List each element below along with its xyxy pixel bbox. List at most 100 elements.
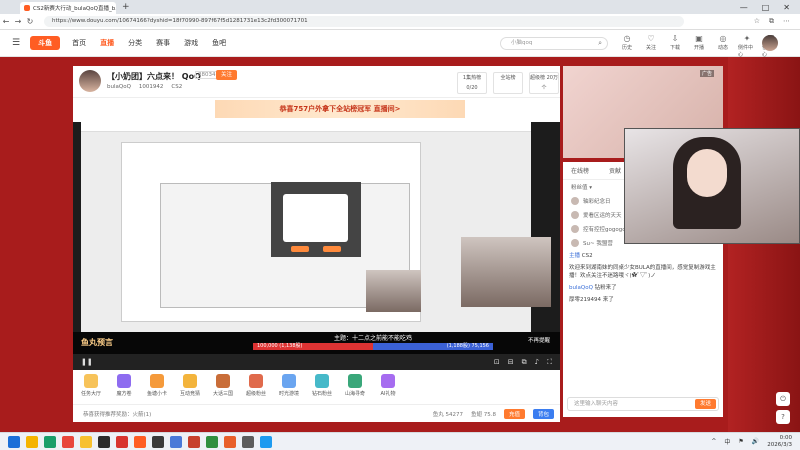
gift-item[interactable]: 超级粉丝 [242,370,270,404]
taskbar-app-icon[interactable] [80,435,92,448]
nav-home[interactable]: 首页 [72,38,86,48]
video-player[interactable]: 鱼丸预言 主题：十二点之前能不能吃鸡 100,000 (1,138股) (1,1… [73,122,560,370]
gift-icon [282,374,296,388]
nav-category[interactable]: 分类 [128,38,142,48]
window-controls: — □ ✕ [740,3,800,12]
plugin-center-button[interactable]: ✦ 侧件中心 [738,34,756,58]
champion-banner[interactable]: 恭喜757户外拿下全站榜冠军 直播间> [215,100,465,118]
star-icon[interactable]: ☆ [754,17,760,26]
reload-button[interactable]: ↻ [24,17,36,26]
search-input[interactable]: 小脑qoq ⌕ [500,37,608,50]
start-stream-button[interactable]: ▣ 开播 [690,34,708,58]
streamer-name[interactable]: bulaQoQ [107,84,131,90]
follow-button[interactable]: 关注 [216,70,238,80]
extensions-icon[interactable]: ⧉ [769,17,774,26]
flag-icon[interactable]: ⚑ [738,438,743,445]
super-rank-badge[interactable]: 超级榜 20万个 [529,72,559,94]
avatar [571,239,579,247]
help-icon[interactable]: ? [776,410,790,424]
charge-button[interactable]: 充值 [503,408,525,419]
taskbar-app-icon[interactable] [44,435,56,448]
reward-notice: 恭喜获得推荐奖励：火箭(1) [83,411,152,418]
feed-button[interactable]: ◎ 动态 [714,34,732,58]
taskbar-app-icon[interactable] [170,435,182,448]
streamer-avatar[interactable] [79,70,101,92]
vs-bar[interactable]: 主题：十二点之前能不能吃鸡 100,000 (1,138股) (1,188股) … [253,335,493,351]
menu-icon[interactable]: ☰ [12,38,20,48]
download-button[interactable]: ⇩ 下载 [666,34,684,58]
chat-user[interactable]: 主播 [569,253,580,259]
pause-icon[interactable]: ❚❚ [81,358,93,366]
danmu-icon[interactable]: ⊡ [494,358,500,367]
chat-user[interactable]: bulaQoQ [569,285,593,291]
send-button[interactable]: 发送 [694,399,716,409]
start-stream-label: 开播 [693,45,704,51]
streamer-overlay-cam[interactable] [624,128,800,244]
gift-label: 任务大厅 [80,391,101,397]
no-remind-toggle[interactable]: 不再提醒 [528,336,550,344]
history-button[interactable]: ◷ 历史 [618,34,636,58]
taskbar-app-icon[interactable] [26,435,38,448]
site-rank-badge[interactable]: 全站榜 [493,72,523,94]
chat-input[interactable]: 这里输入聊天内容 发送 [567,397,719,411]
gift-item[interactable]: 互动竞猜 [176,370,204,404]
taskbar-app-icon[interactable] [188,435,200,448]
more-icon[interactable]: ⋯ [783,17,790,26]
avatar [571,197,579,205]
taskbar-app-icon[interactable] [224,435,236,448]
gift-item[interactable]: 大话三国 [209,370,237,404]
hot-rank-badge[interactable]: 1集热榜 0/20 [457,72,487,94]
clock[interactable]: 0:00 2026/3/3 [767,435,792,449]
taskbar-app-icon[interactable] [134,435,146,448]
taskbar-app-icon[interactable] [62,435,74,448]
backpack-button[interactable]: 背包 [532,408,554,419]
pip-icon[interactable]: ⧉ [522,358,527,367]
volume-tray-icon[interactable]: 🔊 [752,438,759,445]
tab-contribution[interactable]: 贡献 [609,166,621,175]
tray-chevron-icon[interactable]: ^ [711,438,716,445]
nav-events[interactable]: 赛事 [156,38,170,48]
new-tab-button[interactable]: + [122,2,130,12]
rank-user-name: 控有控控gogogo [583,227,626,233]
fullscreen-icon[interactable]: ⛶ [547,358,552,367]
nav-yuba[interactable]: 鱼吧 [212,38,226,48]
gift-item[interactable]: AI礼物 [374,370,402,404]
vs-left-value: 100,000 (1,138股) [253,343,373,350]
forward-button[interactable]: → [12,17,24,26]
gift-item[interactable]: 魔方卷 [110,370,138,404]
minimize-button[interactable]: — [740,3,748,12]
game-tag[interactable]: CS2 [171,84,182,90]
ime-icon[interactable]: 中 [724,437,730,446]
maximize-button[interactable]: □ [762,3,770,12]
gift-item[interactable]: 时光游境 [275,370,303,404]
volume-icon[interactable]: ♪ [535,358,539,367]
taskbar-app-icon[interactable] [152,435,164,448]
taskbar-app-icon[interactable] [98,435,110,448]
taskbar-app-icon[interactable] [116,435,128,448]
gift-item[interactable]: 鱼塘小卡 [143,370,171,404]
taskbar-app-icon[interactable] [8,435,20,448]
user-avatar[interactable] [762,35,778,51]
gift-item[interactable]: 钻石粉丝 [308,370,336,404]
nav-games[interactable]: 游戏 [184,38,198,48]
gift-item[interactable]: 山海寻奇 [341,370,369,404]
nav-live[interactable]: 直播 [100,38,114,48]
taskbar-app-icon[interactable] [206,435,218,448]
url-field[interactable]: https://www.douyu.com/10674166?dyshid=18… [44,16,684,27]
search-icon[interactable]: ⌕ [598,38,602,49]
gift-icon [117,374,131,388]
quality-icon[interactable]: ⊟ [508,358,514,367]
follow-list-button[interactable]: ♡ 关注 [642,34,660,58]
power-icon[interactable]: ⏻ [776,392,790,406]
avatar [571,211,579,219]
browser-tab[interactable]: CS2新赛大行动_bulaQoQ直播_b... × [20,2,116,14]
chat-message: 主播 CS2 [563,250,723,262]
taskbar-app-icon[interactable] [242,435,254,448]
douyu-logo[interactable]: 斗鱼 [30,36,61,50]
close-window-button[interactable]: ✕ [783,3,790,12]
tab-online-rank[interactable]: 在线榜 [571,166,589,175]
taskbar-app-icon[interactable] [260,435,272,448]
gift-icon [183,374,197,388]
back-button[interactable]: ← [0,17,12,26]
gift-item[interactable]: 任务大厅 [77,370,105,404]
